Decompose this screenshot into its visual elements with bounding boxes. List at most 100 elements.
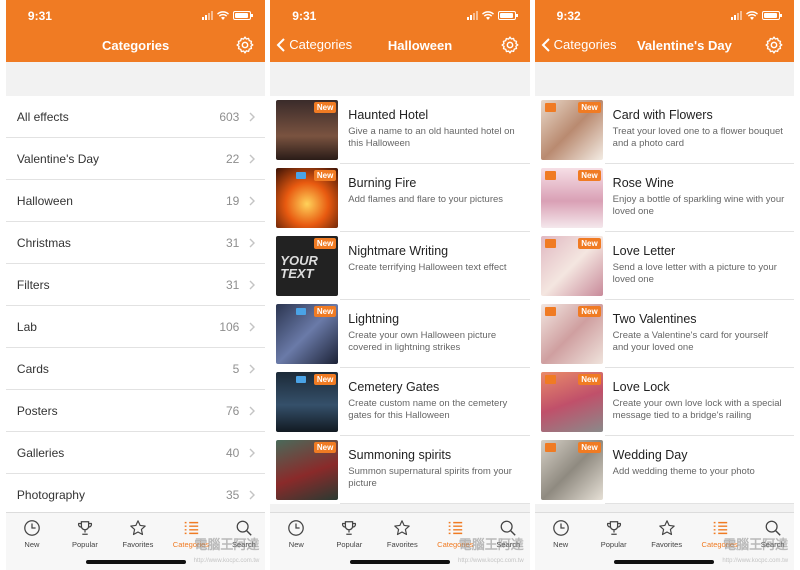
- effect-description: Create a Valentine's card for yourself a…: [612, 330, 768, 353]
- chevron-right-icon: [249, 280, 256, 290]
- effect-row-rose-wine[interactable]: New Rose Wine Enjoy a bottle of sparklin…: [535, 164, 795, 232]
- video-icon: [296, 376, 307, 383]
- chevron-right-icon: [249, 322, 256, 332]
- category-row-lab[interactable]: Lab 106: [5, 306, 266, 348]
- effect-description: Add flames and flare to your pictures: [348, 194, 504, 205]
- hd-badge: [544, 171, 556, 180]
- effect-title: Love Letter: [612, 244, 676, 258]
- effect-row-two-valentines[interactable]: New Two Valentines Create a Valentine's …: [535, 300, 795, 368]
- effect-thumbnail: New: [540, 372, 603, 432]
- category-list: All effects 603 Valentine's Day 22 Hallowe…: [5, 96, 266, 516]
- tab-label: New: [24, 540, 40, 549]
- effect-row-card-with-flowers[interactable]: New Card with Flowers Treat your loved o…: [535, 96, 795, 164]
- chevron-right-icon: [249, 154, 256, 164]
- gear-icon[interactable]: [764, 35, 784, 55]
- effect-title: Burning Fire: [348, 176, 417, 190]
- effect-row-nightmare-writing[interactable]: YOUR TEXT New Nightmare Writing Create te…: [270, 232, 530, 300]
- category-row-valentines-day[interactable]: Valentine's Day 22: [5, 138, 266, 180]
- chevron-right-icon: [249, 112, 256, 122]
- new-badge: New: [313, 170, 337, 181]
- effect-title: Wedding Day: [612, 448, 688, 462]
- tab-new[interactable]: New: [536, 519, 586, 549]
- status-bar: 9:32: [535, 0, 794, 30]
- gear-icon[interactable]: [235, 35, 255, 55]
- effect-row-love-lock[interactable]: New Love Lock Create your own love lock …: [535, 368, 795, 436]
- header: 9:31 Categories: [5, 0, 266, 62]
- effect-title: Cemetery Gates: [348, 380, 440, 394]
- category-row-galleries[interactable]: Galleries 40: [5, 432, 266, 474]
- clock-icon: [288, 520, 305, 536]
- new-badge: New: [578, 102, 601, 113]
- category-row-cards[interactable]: Cards 5: [5, 348, 266, 390]
- effect-row-cemetery-gates[interactable]: New Cemetery Gates Create custom name on…: [270, 368, 530, 436]
- effect-thumbnail: New: [540, 100, 603, 160]
- tab-label: Popular: [336, 540, 363, 549]
- category-label: Halloween: [16, 194, 73, 208]
- new-badge: New: [578, 170, 601, 181]
- tab-popular[interactable]: Popular: [324, 519, 374, 549]
- effect-title: Nightmare Writing: [348, 244, 449, 258]
- home-indicator: [614, 560, 715, 564]
- effect-row-lightning[interactable]: New Lightning Create your own Halloween …: [270, 300, 530, 368]
- tab-new[interactable]: New: [7, 519, 57, 549]
- new-badge: New: [313, 238, 337, 249]
- home-indicator: [85, 560, 186, 564]
- effect-thumbnail: New: [540, 440, 603, 500]
- new-badge: New: [313, 374, 337, 385]
- effect-description: Send a love letter with a picture to you…: [612, 262, 777, 285]
- tab-label: Popular: [600, 540, 627, 549]
- effect-description: Create terrifying Halloween text effect: [348, 262, 507, 273]
- effect-row-love-letter[interactable]: New Love Letter Send a love letter with …: [535, 232, 795, 300]
- effect-row-haunted-hotel[interactable]: New Haunted Hotel Give a name to an old …: [270, 96, 530, 164]
- tab-popular[interactable]: Popular: [589, 519, 639, 549]
- effect-description: Enjoy a bottle of sparkling wine with yo…: [612, 194, 785, 217]
- chevron-right-icon: [249, 406, 256, 416]
- trophy-icon: [606, 521, 621, 535]
- signal-icon: [731, 11, 743, 20]
- trophy-icon: [77, 521, 92, 535]
- category-row-filters[interactable]: Filters 31: [5, 264, 266, 306]
- tab-popular[interactable]: Popular: [60, 519, 110, 549]
- category-row-halloween[interactable]: Halloween 19: [5, 180, 266, 222]
- effect-title: Rose Wine: [612, 176, 674, 190]
- category-count: 31: [226, 278, 240, 292]
- effect-row-wedding-day[interactable]: New Wedding Day Add wedding theme to you…: [535, 436, 795, 504]
- effect-thumbnail: New: [540, 304, 603, 364]
- header: 9:32 Categories Valentine's Day: [534, 0, 795, 62]
- signal-icon: [466, 11, 478, 20]
- category-count: 19: [226, 194, 240, 208]
- gear-icon[interactable]: [500, 35, 520, 55]
- category-row-christmas[interactable]: Christmas 31: [5, 222, 266, 264]
- chevron-right-icon: [249, 448, 256, 458]
- category-row-photography[interactable]: Photography 35: [5, 474, 266, 516]
- hd-badge: [544, 375, 556, 384]
- effect-thumbnail: New: [540, 168, 603, 228]
- status-time: 9:31: [27, 9, 52, 23]
- effect-description: Add wedding theme to your photo: [612, 466, 755, 477]
- category-row-all-effects[interactable]: All effects 603: [5, 96, 266, 138]
- category-row-posters[interactable]: Posters 76: [5, 390, 266, 432]
- video-icon: [296, 172, 307, 179]
- category-label: Valentine's Day: [16, 152, 100, 166]
- category-label: Posters: [16, 404, 58, 418]
- screenshot-collage: 9:31 Categories All effects 603 Valentine…: [0, 0, 800, 570]
- effect-row-summoning-spirits[interactable]: New Summoning spirits Summon supernatura…: [270, 436, 530, 504]
- tab-label: New: [288, 540, 304, 549]
- effect-description: Treat your loved one to a flower bouquet…: [612, 126, 783, 149]
- tab-new[interactable]: New: [271, 519, 321, 549]
- chevron-right-icon: [249, 196, 256, 206]
- category-count: 35: [226, 488, 240, 502]
- new-badge: New: [578, 306, 601, 317]
- effect-thumbnail: New: [276, 168, 339, 228]
- category-count: 22: [226, 152, 240, 166]
- effect-title: Lightning: [348, 312, 400, 326]
- new-badge: New: [313, 102, 337, 113]
- wifi-icon: [746, 11, 759, 20]
- effect-title: Two Valentines: [612, 312, 697, 326]
- effect-title: Summoning spirits: [348, 448, 452, 462]
- category-label: Galleries: [16, 446, 65, 460]
- new-badge: New: [578, 374, 601, 385]
- effect-row-burning-fire[interactable]: New Burning Fire Add flames and flare to…: [270, 164, 530, 232]
- wifi-icon: [217, 11, 230, 20]
- category-label: All effects: [16, 110, 69, 124]
